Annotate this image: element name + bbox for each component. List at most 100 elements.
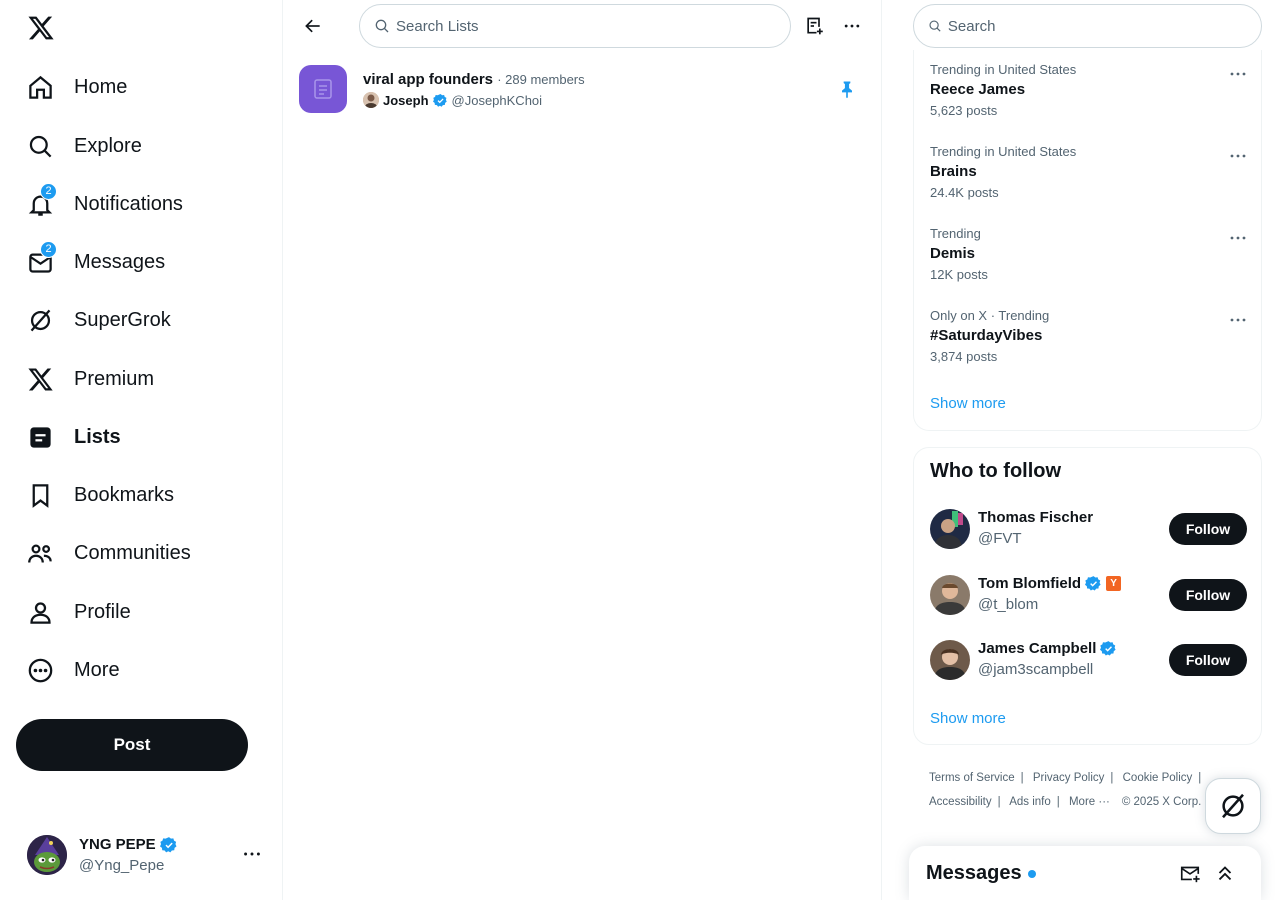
list-member-count: · 289 members <box>497 72 585 87</box>
list-thumbnail <box>299 65 347 113</box>
follow-name: Tom Blomfield <box>978 575 1082 592</box>
avatar <box>27 835 67 875</box>
trends-panel: Trending in United States Reece James 5,… <box>913 50 1262 431</box>
verified-badge-icon <box>1100 641 1116 656</box>
ellipsis-icon[interactable] <box>1228 148 1248 164</box>
list-name: viral app founders <box>363 71 494 88</box>
footer-link[interactable]: Ads info <box>1009 796 1051 808</box>
messages-drawer[interactable]: Messages <box>909 846 1261 900</box>
who-to-follow-panel: Who to follow Thomas Fischer @FVT Follow… <box>913 447 1262 745</box>
post-button[interactable]: Post <box>16 719 248 771</box>
search-lists-field[interactable] <box>359 4 791 48</box>
copyright-text: © 2025 X Corp. <box>1121 796 1202 808</box>
follow-handle: @t_blom <box>978 596 1039 613</box>
x-logo-icon[interactable] <box>27 14 55 42</box>
nav-item-bookmarks[interactable]: Bookmarks <box>26 470 174 520</box>
footer-link[interactable]: Terms of Service <box>929 772 1015 784</box>
trend-item[interactable]: Trending in United States Brains 24.4K p… <box>930 144 1248 224</box>
follow-suggestion[interactable]: James Campbell @jam3scampbell Follow <box>930 640 1247 700</box>
nav-item-premium[interactable]: Premium <box>26 354 154 404</box>
nav-item-explore[interactable]: Explore <box>26 121 142 171</box>
communities-icon <box>26 539 54 567</box>
footer-link[interactable]: Accessibility <box>929 796 992 808</box>
nav-item-messages[interactable]: 2 Messages <box>26 237 165 287</box>
owner-avatar <box>363 92 379 108</box>
nav-item-more[interactable]: More <box>26 645 120 695</box>
messages-drawer-title: Messages <box>926 862 1022 884</box>
nav-label-explore: Explore <box>74 134 142 157</box>
nav-item-supergrok[interactable]: SuperGrok <box>26 295 171 345</box>
ellipsis-icon[interactable] <box>1228 230 1248 246</box>
nav-label-profile: Profile <box>74 600 131 623</box>
back-arrow-icon[interactable] <box>297 10 329 42</box>
trend-name: Demis <box>930 245 976 262</box>
trend-context: Trending in United States <box>930 62 1077 77</box>
trend-name: #SaturdayVibes <box>930 327 1043 344</box>
grok-icon <box>26 306 54 334</box>
footer-link[interactable]: More ··· <box>1069 796 1110 808</box>
follow-suggestion[interactable]: Tom Blomfield Y @t_blom Follow <box>930 575 1247 635</box>
nav-label-communities: Communities <box>74 541 191 564</box>
nav-item-notifications[interactable]: 2 Notifications <box>26 179 183 229</box>
search-lists-input[interactable] <box>396 17 756 35</box>
nav-label-notifications: Notifications <box>74 192 183 215</box>
notifications-badge: 2 <box>40 183 57 200</box>
verified-badge-icon <box>1085 576 1101 591</box>
new-list-icon[interactable] <box>801 13 827 39</box>
ellipsis-icon[interactable] <box>1228 66 1248 82</box>
ellipsis-icon[interactable] <box>241 843 263 865</box>
follow-handle: @FVT <box>978 530 1022 547</box>
follow-name: James Campbell <box>978 640 1097 657</box>
account-name: YNG PEPE <box>79 836 156 853</box>
trend-item[interactable]: Only on X · Trending #SaturdayVibes 3,87… <box>930 308 1248 388</box>
nav-label-more: More <box>74 658 120 681</box>
trend-count: 24.4K posts <box>930 185 999 200</box>
ellipsis-icon[interactable] <box>1228 312 1248 328</box>
nav-label-supergrok: SuperGrok <box>74 308 171 331</box>
ellipsis-icon[interactable] <box>839 13 865 39</box>
nav-label-messages: Messages <box>74 250 166 273</box>
footer-link[interactable]: Privacy Policy <box>1033 772 1105 784</box>
footer-link[interactable]: Cookie Policy <box>1123 772 1193 784</box>
follow-suggestion[interactable]: Thomas Fischer @FVT Follow <box>930 509 1247 569</box>
follow-button[interactable]: Follow <box>1169 513 1247 545</box>
trend-item[interactable]: Trending in United States Reece James 5,… <box>930 62 1248 142</box>
follow-button[interactable]: Follow <box>1169 579 1247 611</box>
grok-floating-button[interactable] <box>1205 778 1261 834</box>
follow-button[interactable]: Follow <box>1169 644 1247 676</box>
account-switcher[interactable]: YNG PEPE @Yng_Pepe <box>16 823 272 887</box>
bookmark-icon <box>26 481 54 509</box>
messages-badge: 2 <box>40 241 57 258</box>
nav-item-lists[interactable]: Lists <box>26 412 121 462</box>
new-message-icon[interactable] <box>1179 862 1203 886</box>
trend-context: Only on X · Trending <box>930 308 1050 323</box>
list-document-icon <box>314 79 332 99</box>
pin-icon[interactable] <box>837 79 857 99</box>
nav-item-home[interactable]: Home <box>26 62 127 112</box>
trend-context: Trending <box>930 226 981 241</box>
list-item[interactable]: viral app founders · 289 members Joseph … <box>283 57 881 121</box>
nav-label-lists: Lists <box>74 425 121 448</box>
grok-icon <box>1222 793 1244 819</box>
chevrons-up-icon[interactable] <box>1214 862 1238 886</box>
trend-count: 3,874 posts <box>930 349 998 364</box>
verified-badge-icon <box>432 93 447 107</box>
search-field[interactable] <box>913 4 1262 48</box>
trend-context: Trending in United States <box>930 144 1077 159</box>
owner-name: Joseph <box>383 92 429 108</box>
footer-links: Terms of Service | Privacy Policy | Cookie… <box>929 772 1202 808</box>
follow-handle: @jam3scampbell <box>978 661 1094 678</box>
profile-icon <box>26 598 54 626</box>
bell-icon: 2 <box>26 183 57 218</box>
nav-label-bookmarks: Bookmarks <box>74 483 175 506</box>
nav-label-home: Home <box>74 75 128 98</box>
who-to-follow-show-more-link[interactable]: Show more <box>930 710 1006 727</box>
search-input[interactable] <box>947 17 1261 35</box>
unread-dot <box>1027 869 1036 878</box>
avatar <box>930 640 970 680</box>
nav-item-profile[interactable]: Profile <box>26 587 131 637</box>
search-icon <box>375 19 389 33</box>
trends-show-more-link[interactable]: Show more <box>930 395 1006 412</box>
trend-item[interactable]: Trending Demis 12K posts <box>930 226 1248 306</box>
nav-item-communities[interactable]: Communities <box>26 528 191 578</box>
